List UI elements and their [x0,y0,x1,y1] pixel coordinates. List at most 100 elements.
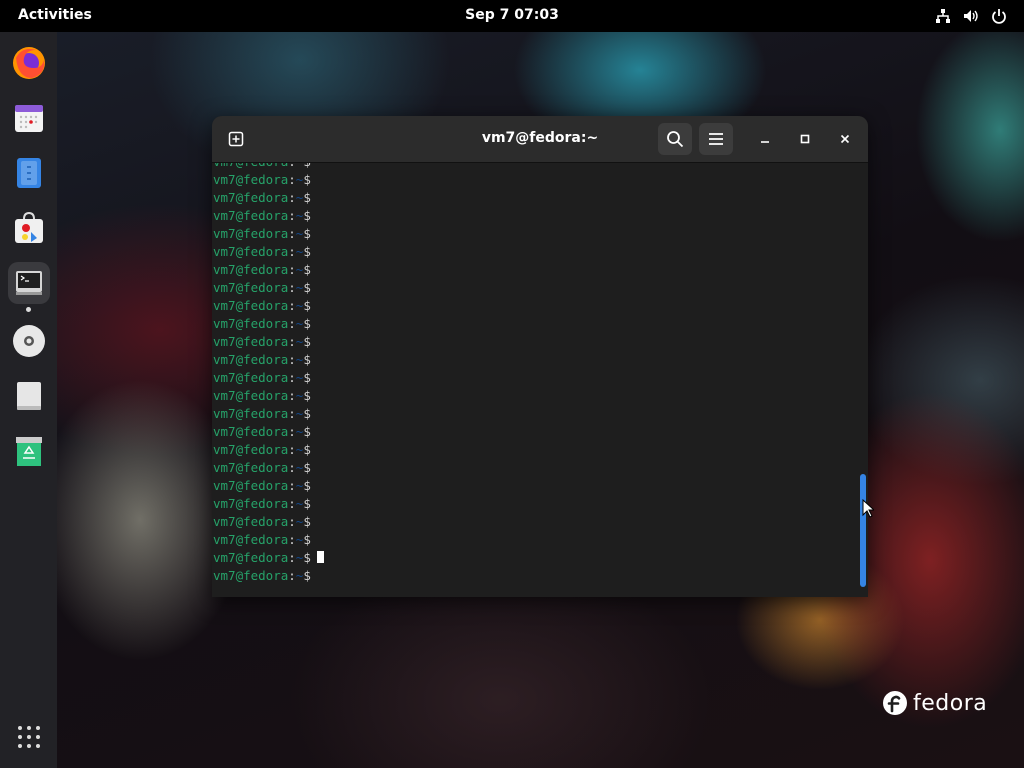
prompt-symbol: $ [303,298,311,313]
prompt-user: vm7@fedora [213,163,288,169]
prompt-separator: : [288,280,296,295]
prompt-separator: : [288,478,296,493]
terminal-prompt-line: vm7@fedora:~$ [213,333,324,351]
close-button[interactable] [833,127,857,151]
prompt-separator: : [288,163,296,169]
prompt-user: vm7@fedora [213,388,289,403]
terminal-prompt-line: vm7@fedora:~$ [213,513,324,531]
prompt-user: vm7@fedora [213,298,289,313]
terminal-prompt-line: vm7@fedora:~$ [213,207,324,225]
prompt-user: vm7@fedora [213,280,289,295]
terminal-prompt-line: vm7@fedora:~$ [213,423,324,441]
prompt-user: vm7@fedora [213,496,289,511]
terminal-scrollbar[interactable] [856,163,868,597]
prompt-user: vm7@fedora [213,262,289,277]
files-icon[interactable] [8,152,50,194]
terminal-prompt-line: vm7@fedora:~$ [213,171,324,189]
scrollbar-thumb[interactable] [860,474,866,587]
prompt-user: vm7@fedora [213,190,289,205]
prompt-symbol: $ [303,442,311,457]
terminal-output[interactable]: vm7@fedora:~$ vm7@fedora:~$ vm7@fedora:~$ v… [212,163,856,597]
prompt-separator: : [288,550,296,565]
prompt-symbol: $ [303,172,311,187]
prompt-user: vm7@fedora [213,226,289,241]
prompt-symbol: $ [303,370,311,385]
prompt-symbol: $ [303,280,311,295]
terminal-prompt-line: vm7@fedora:~$ [213,405,324,423]
prompt-symbol: $ [303,478,311,493]
prompt-user: vm7@fedora [213,514,289,529]
terminal-window[interactable]: vm7@fedora:~ vm7@fedora:~$ vm7@fedora:~$ v… [212,116,868,597]
clock[interactable]: Sep 7 07:03 [0,7,1024,23]
prompt-separator: : [288,244,296,259]
prompt-separator: : [288,532,296,547]
disc-icon[interactable] [8,320,50,362]
prompt-user: vm7@fedora [213,424,289,439]
network-icon[interactable] [935,8,951,24]
app-grid-icon[interactable] [16,724,42,750]
prompt-symbol: $ [303,262,311,277]
prompt-separator: : [288,424,296,439]
search-button[interactable] [658,123,692,155]
running-indicator [26,307,31,312]
terminal-prompt-line: vm7@fedora:~$ [213,387,324,405]
terminal-prompt-line: vm7@fedora:~$ [213,441,324,459]
prompt-symbol: $ [303,406,311,421]
prompt-separator: : [288,316,296,331]
terminal-prompt-line: vm7@fedora:~$ [213,369,324,387]
prompt-symbol: $ [303,334,311,349]
prompt-separator: : [288,406,296,421]
minimize-button[interactable] [753,127,777,151]
prompt-user: vm7@fedora [213,442,289,457]
dash-dock [0,32,57,768]
calendar-icon[interactable] [8,97,50,139]
menu-button[interactable] [699,123,733,155]
hamburger-menu-icon [709,133,723,145]
prompt-user: vm7@fedora [213,244,289,259]
terminal-prompt-line: vm7@fedora:~$ [213,531,324,549]
prompt-separator: : [288,460,296,475]
terminal-prompt-line: vm7@fedora:~$ [213,163,324,171]
prompt-separator: : [288,352,296,367]
software-icon[interactable] [8,207,50,249]
prompt-separator: : [288,262,296,277]
prompt-separator: : [288,334,296,349]
prompt-symbol: $ [303,226,311,241]
prompt-separator: : [288,298,296,313]
top-bar: Activities Sep 7 07:03 [0,0,1024,32]
text-editor-icon[interactable] [8,375,50,417]
firefox-icon[interactable] [8,42,50,84]
prompt-symbol: $ [303,424,311,439]
prompt-separator: : [288,370,296,385]
prompt-user: vm7@fedora [213,460,289,475]
prompt-separator: : [288,442,296,457]
prompt-separator: : [288,190,296,205]
maximize-button[interactable] [793,127,817,151]
prompt-symbol: $ [303,388,311,403]
prompt-separator: : [288,514,296,529]
terminal-prompt-line: vm7@fedora:~$ [213,189,324,207]
terminal-prompt-line: vm7@fedora:~$ [213,243,324,261]
terminal-prompt-line: vm7@fedora:~$ [213,549,324,567]
terminal-headerbar[interactable]: vm7@fedora:~ [212,116,868,163]
power-icon[interactable] [991,8,1007,24]
fedora-logo: fedora [882,690,987,716]
prompt-symbol: $ [303,208,311,223]
prompt-separator: : [288,226,296,241]
prompt-user: vm7@fedora [213,478,289,493]
terminal-icon[interactable] [8,262,50,304]
prompt-symbol: $ [303,190,311,205]
prompt-user: vm7@fedora [213,316,289,331]
prompt-symbol: $ [303,514,311,529]
prompt-separator: : [288,496,296,511]
prompt-user: vm7@fedora [213,208,289,223]
prompt-symbol: $ [303,352,311,367]
text-cursor [316,551,324,563]
prompt-user: vm7@fedora [213,172,289,187]
volume-icon[interactable] [963,8,979,24]
prompt-user: vm7@fedora [213,334,289,349]
terminal-prompt-line: vm7@fedora:~$ [213,297,324,315]
prompt-separator: : [288,172,296,187]
fedora-wordmark: fedora [913,690,988,716]
trash-icon[interactable] [8,430,50,472]
